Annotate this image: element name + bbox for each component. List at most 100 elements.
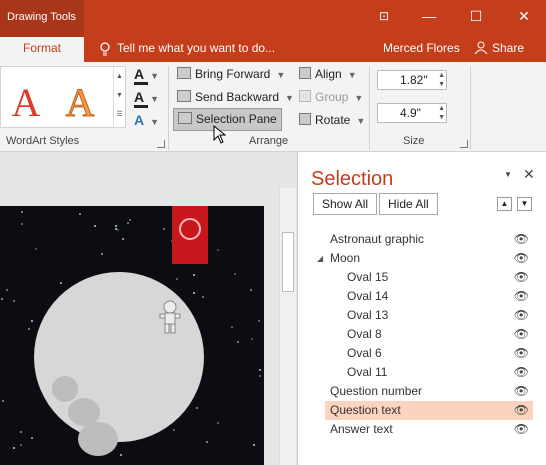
wordart-style-orange[interactable]: A bbox=[59, 79, 101, 127]
star bbox=[237, 341, 239, 343]
selection-item-label: Question text bbox=[330, 403, 401, 417]
selection-list-item[interactable]: Oval 8 👁 bbox=[325, 325, 533, 344]
rotate-button[interactable]: Rotate ▼ bbox=[299, 110, 365, 130]
selection-list-item[interactable]: Answer text 👁 bbox=[325, 420, 533, 439]
title-bar: Drawing Tools ⊡ — ☐ ✕ bbox=[0, 0, 546, 37]
selection-item-label: Oval 14 bbox=[347, 289, 389, 303]
selection-pane-title: Selection bbox=[311, 168, 394, 190]
wordart-group-label: WordArt Styles bbox=[6, 135, 80, 147]
align-button[interactable]: Align ▼ bbox=[299, 64, 357, 84]
moon-graphic[interactable] bbox=[34, 272, 204, 456]
pane-options-icon[interactable]: ▼ bbox=[504, 170, 512, 179]
star bbox=[20, 444, 22, 446]
selection-list-item[interactable]: Oval 11 👁 bbox=[325, 363, 533, 382]
collapse-caret-icon[interactable]: ◢ bbox=[317, 249, 323, 268]
group-divider bbox=[369, 66, 370, 150]
star bbox=[259, 375, 261, 377]
send-backward-arrow-button[interactable]: ▼ bbox=[517, 197, 532, 211]
shape-width-field[interactable]: 4.9" ▲ ▼ bbox=[377, 103, 447, 123]
star bbox=[79, 213, 81, 215]
selection-list-item[interactable]: Oval 15 👁 bbox=[325, 268, 533, 287]
visibility-eye-icon[interactable]: 👁 bbox=[514, 230, 529, 249]
gallery-scroll[interactable]: ▲ ▼ ☰ bbox=[113, 67, 125, 127]
selection-item-label: Oval 13 bbox=[347, 308, 389, 322]
selection-list-item[interactable]: Question number 👁 bbox=[325, 382, 533, 401]
shape-height-field[interactable]: 1.82" ▲ ▼ bbox=[377, 70, 447, 90]
minimize-button[interactable]: — bbox=[419, 7, 439, 25]
visibility-eye-icon[interactable]: 👁 bbox=[514, 382, 529, 401]
hide-all-button[interactable]: Hide All bbox=[379, 193, 438, 215]
wordart-style-red[interactable]: A bbox=[5, 79, 47, 127]
selection-list-item[interactable]: Oval 6 👁 bbox=[325, 344, 533, 363]
star bbox=[234, 273, 236, 275]
group-divider bbox=[168, 66, 169, 150]
star bbox=[193, 292, 195, 294]
star bbox=[122, 238, 124, 240]
close-pane-button[interactable]: ✕ bbox=[523, 166, 535, 183]
selection-pane-button[interactable]: Selection Pane bbox=[173, 108, 282, 131]
star bbox=[259, 369, 261, 371]
maximize-button[interactable]: ☐ bbox=[466, 7, 486, 25]
bring-forward-arrow-button[interactable]: ▲ bbox=[497, 197, 512, 211]
send-backward-button[interactable]: Send Backward ▼ bbox=[177, 87, 294, 107]
tell-me-search[interactable]: Tell me what you want to do... bbox=[117, 37, 275, 62]
astronaut-graphic[interactable] bbox=[158, 300, 182, 334]
star bbox=[115, 225, 117, 227]
mouse-cursor-icon bbox=[213, 125, 227, 144]
star bbox=[6, 289, 8, 291]
wordart-gallery[interactable]: A A ▲ ▼ ☰ bbox=[0, 66, 126, 128]
selection-list-item[interactable]: Question text 👁 bbox=[325, 401, 533, 420]
context-tab-label: Drawing Tools bbox=[0, 0, 84, 37]
show-all-button[interactable]: Show All bbox=[313, 193, 378, 215]
lightbulb-icon bbox=[179, 218, 201, 240]
visibility-eye-icon[interactable]: 👁 bbox=[514, 363, 529, 382]
visibility-eye-icon[interactable]: 👁 bbox=[514, 306, 529, 325]
user-name[interactable]: Merced Flores bbox=[383, 37, 460, 59]
selection-item-label: Oval 6 bbox=[347, 346, 382, 360]
selection-pane-icon bbox=[178, 112, 192, 124]
selection-pane: Selection ▼ ✕ Show All Hide All ▲ ▼ Astr… bbox=[297, 152, 546, 465]
star bbox=[193, 274, 195, 276]
selection-item-label: Question number bbox=[330, 384, 423, 398]
close-window-button[interactable]: ✕ bbox=[514, 7, 534, 25]
text-outline-button[interactable]: A ▼ bbox=[134, 89, 159, 108]
size-group-label: Size bbox=[403, 135, 425, 147]
bring-forward-button[interactable]: Bring Forward ▼ bbox=[177, 64, 285, 84]
group-icon bbox=[299, 90, 311, 102]
visibility-eye-icon[interactable]: 👁 bbox=[514, 325, 529, 344]
visibility-eye-icon[interactable]: 👁 bbox=[514, 420, 529, 439]
question-number-lightbulb[interactable] bbox=[172, 206, 208, 264]
selection-list-item[interactable]: Oval 13 👁 bbox=[325, 306, 533, 325]
tab-format[interactable]: Format bbox=[0, 37, 84, 62]
star bbox=[35, 248, 37, 250]
slide-canvas[interactable] bbox=[0, 206, 264, 465]
group-button: Group ▼ bbox=[299, 87, 363, 107]
star bbox=[231, 326, 233, 328]
share-button[interactable]: Share bbox=[492, 37, 524, 59]
selection-item-label: Oval 11 bbox=[347, 365, 388, 379]
visibility-eye-icon[interactable]: 👁 bbox=[514, 344, 529, 363]
lightbulb-icon bbox=[100, 42, 110, 56]
selection-list-item[interactable]: Oval 14 👁 bbox=[325, 287, 533, 306]
bring-forward-icon bbox=[177, 67, 191, 79]
selection-list-item[interactable]: Moon ◢ 👁 bbox=[317, 249, 533, 268]
group-divider bbox=[470, 66, 471, 150]
text-effects-button[interactable]: A ▼ bbox=[134, 112, 159, 128]
text-fill-button[interactable]: A ▼ bbox=[134, 66, 159, 85]
scrollbar-thumb[interactable] bbox=[282, 232, 294, 292]
vertical-scrollbar[interactable] bbox=[279, 188, 296, 465]
selection-item-label: Oval 15 bbox=[347, 270, 389, 284]
star bbox=[196, 407, 198, 409]
selection-list-item[interactable]: Astronaut graphic 👁 bbox=[325, 230, 533, 249]
selection-item-label: Astronaut graphic bbox=[330, 232, 425, 246]
ribbon-display-icon[interactable]: ⊡ bbox=[374, 7, 394, 25]
visibility-eye-icon[interactable]: 👁 bbox=[514, 268, 529, 287]
send-backward-icon bbox=[177, 90, 191, 102]
size-dialog-launcher[interactable] bbox=[460, 140, 468, 148]
star bbox=[13, 300, 15, 302]
star bbox=[13, 447, 15, 449]
visibility-eye-icon[interactable]: 👁 bbox=[514, 249, 529, 268]
wordart-dialog-launcher[interactable] bbox=[157, 140, 165, 148]
visibility-eye-icon[interactable]: 👁 bbox=[514, 287, 529, 306]
visibility-eye-icon[interactable]: 👁 bbox=[514, 401, 529, 420]
